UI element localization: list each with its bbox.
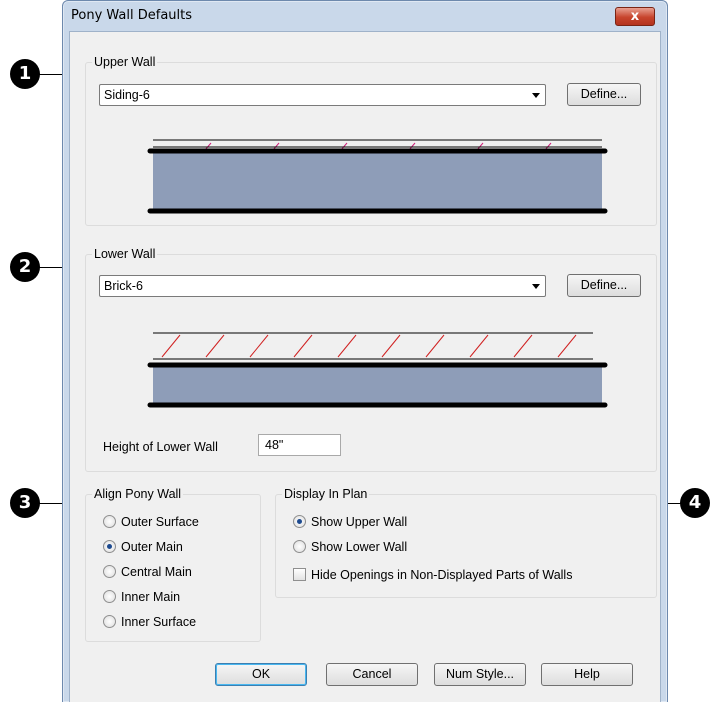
num-style-button[interactable]: Num Style... bbox=[434, 663, 526, 686]
lower-wall-height-input[interactable]: 48" bbox=[258, 434, 341, 456]
align-pony-wall-group: Align Pony Wall Outer Surface Outer Main… bbox=[85, 487, 261, 642]
radio-button-icon bbox=[103, 565, 116, 578]
radio-button-icon bbox=[103, 590, 116, 603]
dialog-window: Pony Wall Defaults x Upper Wall Siding-6… bbox=[62, 0, 668, 702]
dialog-body: Upper Wall Siding-6 Define... Lower Wall… bbox=[69, 31, 661, 702]
upper-wall-group: Upper Wall Siding-6 Define... bbox=[85, 55, 657, 226]
radio-label: Central Main bbox=[121, 565, 192, 579]
radio-label: Inner Surface bbox=[121, 615, 197, 629]
callout-1: 1 bbox=[10, 59, 40, 89]
radio-label: Outer Main bbox=[121, 540, 183, 554]
callout-4: 4 bbox=[680, 488, 710, 518]
radio-label: Inner Main bbox=[121, 590, 181, 604]
lower-wall-height-label: Height of Lower Wall bbox=[103, 440, 218, 454]
brick-hatch bbox=[161, 334, 577, 358]
dialog-title: Pony Wall Defaults bbox=[71, 8, 193, 23]
radio-button-checked-icon bbox=[293, 515, 306, 528]
radio-button-checked-icon bbox=[103, 540, 116, 553]
close-button[interactable]: x bbox=[615, 7, 655, 26]
display-in-plan-group: Display In Plan Show Upper Wall Show Low… bbox=[275, 487, 657, 598]
radio-button-icon bbox=[103, 615, 116, 628]
checkbox-icon bbox=[293, 568, 306, 581]
close-icon: x bbox=[630, 9, 640, 24]
radio-button-icon bbox=[293, 540, 306, 553]
callout-3: 3 bbox=[10, 488, 40, 518]
align-pony-wall-group-label: Align Pony Wall bbox=[92, 487, 184, 502]
radio-label: Show Upper Wall bbox=[311, 515, 408, 529]
help-button[interactable]: Help bbox=[541, 663, 633, 686]
radio-label: Show Lower Wall bbox=[311, 540, 408, 554]
cancel-button[interactable]: Cancel bbox=[326, 663, 418, 686]
callout-2: 2 bbox=[10, 252, 40, 282]
title-bar[interactable]: Pony Wall Defaults x bbox=[63, 1, 667, 31]
ok-button[interactable]: OK bbox=[215, 663, 307, 686]
display-in-plan-group-label: Display In Plan bbox=[282, 487, 370, 502]
checkbox-label: Hide Openings in Non-Displayed Parts of … bbox=[311, 568, 573, 582]
radio-button-icon bbox=[103, 515, 116, 528]
upper-wall-preview bbox=[147, 139, 608, 214]
lower-wall-group: Lower Wall Brick-6 Define... Height of L… bbox=[85, 247, 657, 472]
radio-label: Outer Surface bbox=[121, 515, 199, 529]
